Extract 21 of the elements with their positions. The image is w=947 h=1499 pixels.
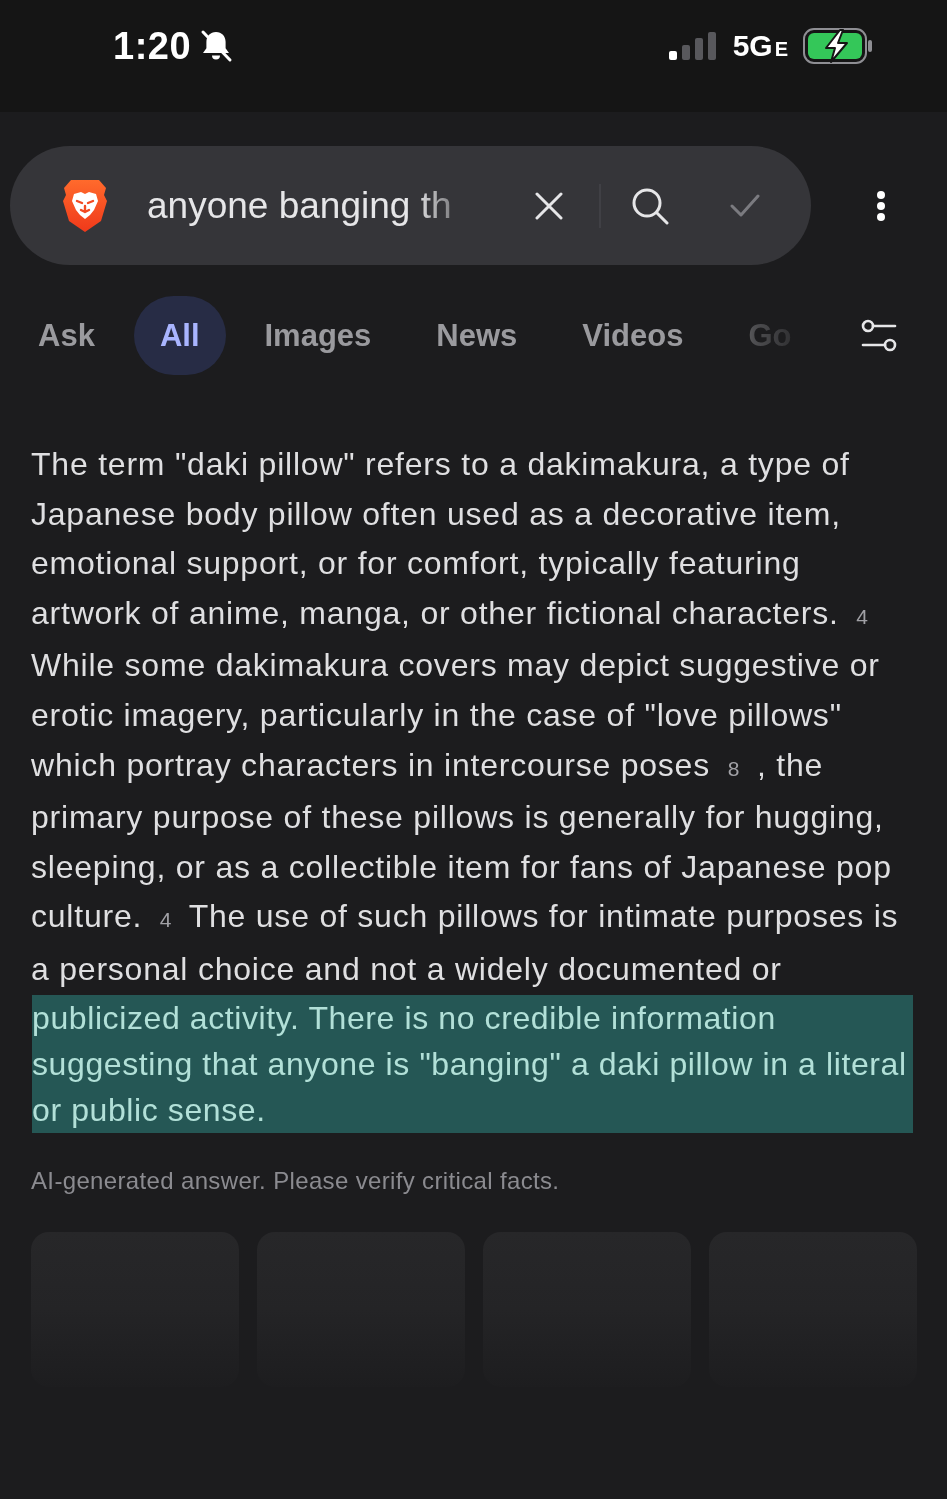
tab[interactable]: Videos: [556, 296, 710, 375]
lion-shield-icon: [62, 178, 108, 233]
citation-link[interactable]: 4: [151, 908, 180, 932]
close-icon: [535, 191, 563, 220]
check-icon: [730, 193, 760, 218]
disclaimer-text: AI-generated answer. Please verify critical facts.: [31, 1165, 561, 1196]
sliders-icon: [861, 318, 897, 353]
tab[interactable]: News: [410, 296, 544, 375]
highlighted-text: publicized activity. There is no credible information suggesting that anyone is "banging" a daki pillow in a literal or public sense.: [32, 994, 913, 1133]
signal-icon: [668, 32, 717, 60]
network-type: 5G E: [732, 31, 788, 61]
citation-link[interactable]: 8: [719, 756, 748, 780]
more-icon: [876, 189, 886, 222]
clock-time: 1:20: [113, 27, 192, 65]
tab[interactable]: Ask: [12, 296, 121, 375]
answer-text: The term "daki pillow" refers to a dakimakura, a type of Japanese body pillow often used as a decorative item, emotional support, or for comfort, typically featuring artwork of anime, manga, or other fictional characters. 4 While some dakimakura covers may depict suggestive or erotic imagery, particularly in the case of "love pillows" which portray characters in intercourse poses 8 , the primary purpose of these pillows is generally for hugging, sleeping, or as a collectible item for fans of Japanese pop culture. 4 The use of such pillows for intimate purposes is a personal choice and not a widely documented or: [31, 445, 900, 989]
tab[interactable]: Images: [238, 296, 398, 375]
tab[interactable]: All: [133, 296, 226, 375]
search-input[interactable]: anyone banging th: [147, 180, 477, 231]
search-icon: [631, 186, 669, 225]
citation-link[interactable]: 4: [848, 604, 877, 628]
